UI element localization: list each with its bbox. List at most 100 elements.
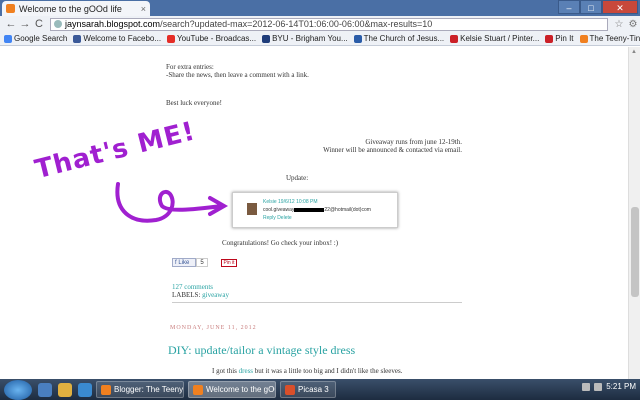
window-controls: – □ ✕ <box>558 0 638 14</box>
comments-link[interactable]: 127 comments <box>172 283 213 291</box>
comment-timestamp: 19/6/12 10:08 PM <box>278 199 318 205</box>
comment-author-line: Kelsie 19/6/12 10:08 PM <box>263 199 318 205</box>
post-intro-line: I got this dress but it was a little too… <box>212 367 402 375</box>
maximize-button[interactable]: □ <box>580 0 602 14</box>
ie-icon[interactable] <box>38 382 52 397</box>
bookmark-item[interactable]: The Teeny-Tiny Me... <box>579 34 640 43</box>
bookmark-item[interactable]: Google Search <box>4 34 69 43</box>
bookmark-item[interactable]: Pin It <box>545 34 575 43</box>
bookmark-star-icon[interactable]: ☆ <box>612 19 626 30</box>
bookmark-label: Google Search <box>14 34 68 43</box>
delete-link[interactable]: Delete <box>277 215 291 221</box>
redaction-bar <box>294 207 325 212</box>
taskbar-label: Welcome to the gOO... <box>206 385 275 394</box>
back-button[interactable]: ← <box>4 18 18 30</box>
start-button[interactable] <box>4 379 32 400</box>
reply-link[interactable]: Reply <box>263 215 276 221</box>
bookmark-favicon-icon <box>167 34 176 43</box>
scrollbar-thumb[interactable] <box>631 207 639 297</box>
reload-button[interactable]: C <box>32 18 46 30</box>
blogger-favicon-icon <box>6 4 15 13</box>
bookmark-label: The Church of Jesus... <box>363 34 445 43</box>
bookmark-label: YouTube - Broadcas... <box>177 34 257 43</box>
post-divider <box>172 302 462 303</box>
comment-screenshot: Kelsie 19/6/12 10:08 PM cool.giveaway 22@… <box>232 192 398 228</box>
congrats-text: Congratulations! Go check your inbox! :) <box>222 239 339 247</box>
bookmark-label: Kelsie Stuart / Pinter... <box>460 34 540 43</box>
update-text: Update: <box>286 174 309 182</box>
extra-entries-text: For extra entries: <box>166 63 214 71</box>
taskbar-label: Blogger: The Teeny-... <box>114 385 184 394</box>
bookmark-favicon-icon <box>262 34 271 43</box>
comment-body-start: cool.giveaway <box>263 207 295 213</box>
bookmarks-bar: Google Search Welcome to Facebo... YouTube… <box>0 32 640 46</box>
bookmark-item[interactable]: Welcome to Facebo... <box>73 34 163 43</box>
tab-title: Welcome to the gOOd life <box>19 3 122 14</box>
post-date: MONDAY, JUNE 11, 2012 <box>170 325 257 331</box>
browser-toolbar: ← → C jaynsarah.blogspot.com/search?upda… <box>0 16 640 32</box>
network-icon[interactable] <box>582 382 591 391</box>
pin-it-button[interactable]: Pin it <box>221 259 237 267</box>
taskbar-item[interactable]: Welcome to the gOO... <box>188 381 276 398</box>
app-icon <box>285 384 295 395</box>
dress-link[interactable]: dress <box>239 367 253 375</box>
bookmark-favicon-icon <box>450 34 459 43</box>
luck-text: Best luck everyone! <box>166 99 222 107</box>
taskbar-item[interactable]: Picasa 3 <box>280 381 336 398</box>
intro-before: I got this <box>212 367 239 375</box>
bookmark-item[interactable]: YouTube - Broadcas... <box>167 34 258 43</box>
bookmark-label: BYU - Brigham You... <box>272 34 348 43</box>
scroll-up-icon[interactable]: ▲ <box>631 49 637 55</box>
bookmark-label: The Teeny-Tiny Me... <box>589 34 640 43</box>
like-label: Like <box>178 260 190 266</box>
intro-after: but it was a little too big and I didn't… <box>253 367 403 375</box>
taskbar-label: Picasa 3 <box>298 385 329 394</box>
like-count: 5 <box>196 258 208 267</box>
comment-body: cool.giveaway 22@hotmail(dot)com <box>263 207 371 213</box>
comment-actions: Reply Delete <box>263 215 292 221</box>
comment-body-end: 22@hotmail(dot)com <box>324 207 371 213</box>
app-icon <box>101 384 111 395</box>
taskbar-item[interactable]: Blogger: The Teeny-... <box>96 381 184 398</box>
facebook-like-button[interactable]: f Like <box>172 258 196 267</box>
globe-icon <box>54 19 62 28</box>
media-player-icon[interactable] <box>78 382 92 397</box>
label-giveaway-link[interactable]: giveaway <box>202 291 229 299</box>
url-host: jaynsarah.blogspot.com <box>65 18 161 29</box>
bookmark-favicon-icon <box>73 34 82 43</box>
browser-tab[interactable]: Welcome to the gOOd life × <box>2 1 150 16</box>
bookmark-label: Welcome to Facebo... <box>83 34 162 43</box>
avatar <box>247 203 257 215</box>
explorer-icon[interactable] <box>58 382 72 397</box>
tab-close-icon[interactable]: × <box>141 4 146 14</box>
clock[interactable]: 5:21 PM <box>606 382 636 391</box>
forward-button[interactable]: → <box>18 18 32 30</box>
post-title-link[interactable]: DIY: update/tailor a vintage style dress <box>168 343 355 358</box>
volume-icon[interactable] <box>594 382 603 391</box>
bookmark-item[interactable]: The Church of Jesus... <box>353 34 446 43</box>
winner-text: Winner will be announced & contacted via… <box>323 146 462 154</box>
bookmark-favicon-icon <box>579 34 588 43</box>
address-bar[interactable]: jaynsarah.blogspot.com/search?updated-ma… <box>50 17 608 31</box>
browser-titlebar: Welcome to the gOOd life × – □ ✕ <box>0 0 640 16</box>
comment-author[interactable]: Kelsie <box>263 199 277 205</box>
bookmark-favicon-icon <box>545 34 554 43</box>
bookmark-favicon-icon <box>4 34 12 43</box>
vertical-scrollbar[interactable]: ▲ <box>628 47 640 379</box>
giveaway-runs-text: Giveaway runs from june 12-19th. <box>365 138 462 146</box>
system-tray: 5:21 PM <box>582 382 636 391</box>
close-window-button[interactable]: ✕ <box>602 0 638 14</box>
share-text: -Share the news, then leave a comment wi… <box>166 71 309 79</box>
wrench-menu-icon[interactable]: ⚙ <box>626 19 640 30</box>
minimize-button[interactable]: – <box>558 0 580 14</box>
bookmark-item[interactable]: Kelsie Stuart / Pinter... <box>450 34 541 43</box>
bookmark-favicon-icon <box>353 34 362 43</box>
labels-prefix: LABELS: <box>172 291 201 299</box>
windows-taskbar: Blogger: The Teeny-... Welcome to the gOO… <box>0 379 640 400</box>
url-path: /search?updated-max=2012-06-14T01:06:00-… <box>160 18 433 29</box>
labels-line: LABELS: giveaway <box>172 291 229 299</box>
app-icon <box>193 384 203 395</box>
bookmark-label: Pin It <box>555 34 574 43</box>
purple-arrow-annotation <box>115 182 229 223</box>
bookmark-item[interactable]: BYU - Brigham You... <box>262 34 350 43</box>
